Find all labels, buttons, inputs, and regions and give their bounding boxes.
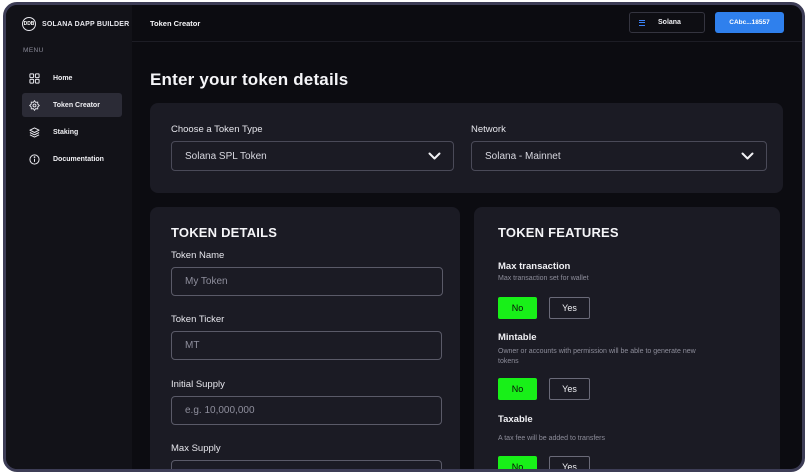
brand-logo-icon: DDB: [22, 17, 36, 31]
sidebar-item-token-creator[interactable]: Token Creator: [22, 93, 122, 117]
main-heading: Enter your token details: [150, 70, 349, 89]
chevron-down-icon: [428, 152, 441, 160]
layers-icon: [28, 126, 40, 138]
max-supply-input[interactable]: [171, 460, 442, 469]
sidebar-item-documentation[interactable]: Documentation: [22, 147, 122, 171]
mintable-no-button[interactable]: No: [498, 378, 537, 400]
network-value: Solana - Mainnet: [485, 150, 561, 162]
sidebar-item-label: Documentation: [53, 155, 104, 163]
sidebar-item-label: Staking: [53, 128, 79, 136]
max-transaction-no-button[interactable]: No: [498, 297, 537, 319]
sidebar-item-label: Home: [53, 74, 73, 82]
taxable-no-button[interactable]: No: [498, 456, 537, 469]
token-type-value: Solana SPL Token: [185, 150, 267, 162]
max-supply-label: Max Supply: [171, 443, 221, 454]
network-select-label: Solana: [658, 19, 681, 26]
network-dropdown[interactable]: Solana - Mainnet: [471, 141, 767, 171]
token-type-label: Choose a Token Type: [171, 124, 263, 135]
token-details-title: TOKEN DETAILS: [171, 225, 278, 240]
menu-label: MENU: [23, 47, 44, 54]
token-ticker-input[interactable]: [171, 331, 442, 360]
max-transaction-desc: Max transaction set for wallet: [498, 275, 589, 282]
topbar: Token Creator Solana CAbc...18557: [132, 5, 802, 42]
sidebar-item-label: Token Creator: [53, 101, 100, 109]
token-type-card: Choose a Token Type Solana SPL Token Net…: [150, 103, 783, 193]
brand-name: SOLANA DAPP BUILDER: [42, 20, 130, 28]
taxable-yes-button[interactable]: Yes: [549, 456, 590, 469]
token-name-label: Token Name: [171, 250, 225, 261]
token-details-card: TOKEN DETAILS Token Name Token Ticker In…: [150, 207, 460, 469]
page-title: Token Creator: [150, 19, 201, 28]
token-name-input[interactable]: [171, 267, 443, 296]
max-transaction-title: Max transaction: [498, 261, 571, 272]
mintable-yes-button[interactable]: Yes: [549, 378, 590, 400]
network-label: Network: [471, 124, 506, 135]
token-ticker-label: Token Ticker: [171, 314, 225, 325]
max-transaction-yes-button[interactable]: Yes: [549, 297, 590, 319]
token-features-card: TOKEN FEATURES Max transaction Max trans…: [474, 207, 780, 469]
network-select[interactable]: Solana: [629, 12, 705, 33]
wallet-button[interactable]: CAbc...18557: [715, 12, 784, 33]
info-icon: [28, 153, 40, 165]
taxable-title: Taxable: [498, 414, 533, 425]
brand[interactable]: DDB SOLANA DAPP BUILDER: [22, 17, 129, 31]
token-type-dropdown[interactable]: Solana SPL Token: [171, 141, 454, 171]
chevron-down-icon: [741, 152, 754, 160]
token-features-title: TOKEN FEATURES: [498, 225, 619, 240]
star-badge-icon: [28, 99, 40, 111]
grid-icon: [28, 72, 40, 84]
taxable-desc: A tax fee will be added to transfers: [498, 435, 606, 442]
mintable-desc: Owner or accounts with permission will b…: [498, 348, 696, 365]
initial-supply-input[interactable]: [171, 396, 442, 425]
sidebar-item-home[interactable]: Home: [22, 66, 122, 90]
menu-icon: [639, 19, 645, 26]
mintable-title: Mintable: [498, 332, 537, 343]
sidebar-nav: Home Token Creator Staking Documentation: [22, 66, 122, 174]
initial-supply-label: Initial Supply: [171, 379, 225, 390]
app-window: DDB SOLANA DAPP BUILDER MENU Home Token …: [3, 2, 805, 472]
sidebar: DDB SOLANA DAPP BUILDER MENU Home Token …: [6, 5, 132, 469]
sidebar-item-staking[interactable]: Staking: [22, 120, 122, 144]
